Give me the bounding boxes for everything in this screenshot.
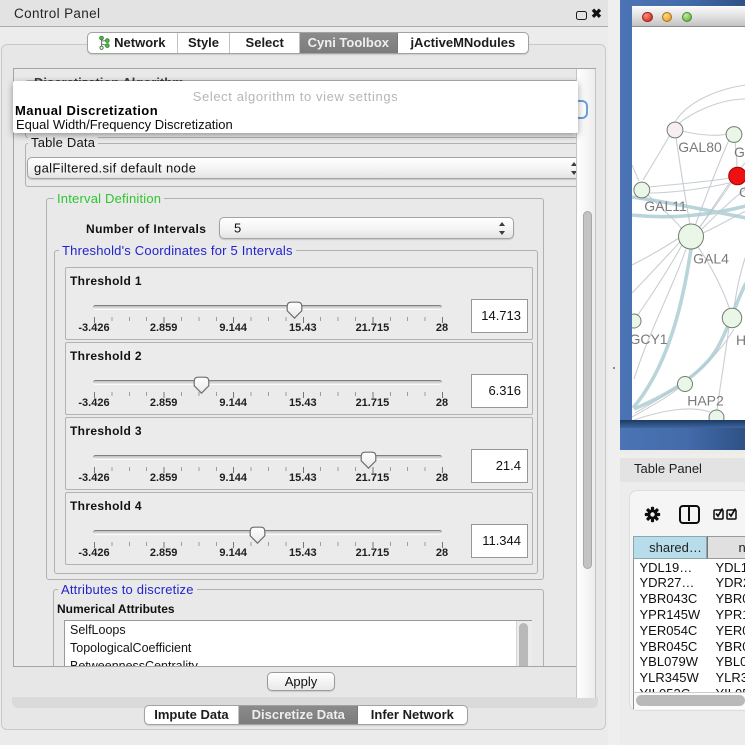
svg-text:GCY1: GCY1 — [632, 331, 668, 347]
svg-text:G.: G. — [734, 144, 745, 160]
svg-text:C: C — [739, 184, 745, 200]
svg-text:HAP2: HAP2 — [687, 393, 724, 409]
svg-text:GAL11: GAL11 — [644, 198, 687, 214]
svg-text:H: H — [736, 332, 745, 348]
svg-text:GAL80: GAL80 — [678, 139, 722, 155]
svg-text:GAL4: GAL4 — [693, 251, 729, 267]
